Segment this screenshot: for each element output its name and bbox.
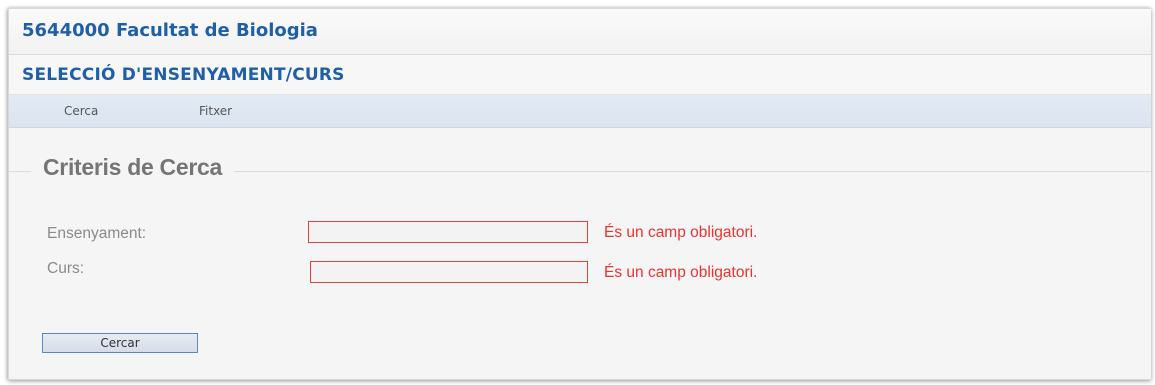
cercar-button[interactable]: Cercar [42, 333, 198, 353]
app-frame: 5644000 Facultat de Biologia SELECCIÓ D'… [8, 8, 1151, 380]
curs-input[interactable] [310, 261, 588, 283]
search-criteria-panel: Criteris de Cerca Ensenyament: És un cam… [9, 128, 1151, 380]
curs-error-message: És un camp obligatori. [604, 264, 758, 281]
menu-item-fitxer[interactable]: Fitxer [199, 95, 232, 127]
faculty-header: 5644000 Facultat de Biologia [9, 9, 1151, 55]
faculty-title: 5644000 Facultat de Biologia [22, 20, 318, 41]
curs-label: Curs: [47, 260, 85, 277]
ensenyament-error-message: És un camp obligatori. [604, 224, 758, 241]
menu-bar: Cerca Fitxer [9, 95, 1151, 128]
fieldset-legend: Criteris de Cerca [31, 154, 234, 181]
page-title: SELECCIÓ D'ENSENYAMENT/CURS [22, 65, 345, 85]
ensenyament-input[interactable] [308, 221, 588, 243]
menu-item-cerca[interactable]: Cerca [64, 95, 98, 127]
ensenyament-label: Ensenyament: [47, 225, 147, 242]
page-header: SELECCIÓ D'ENSENYAMENT/CURS [9, 55, 1151, 95]
